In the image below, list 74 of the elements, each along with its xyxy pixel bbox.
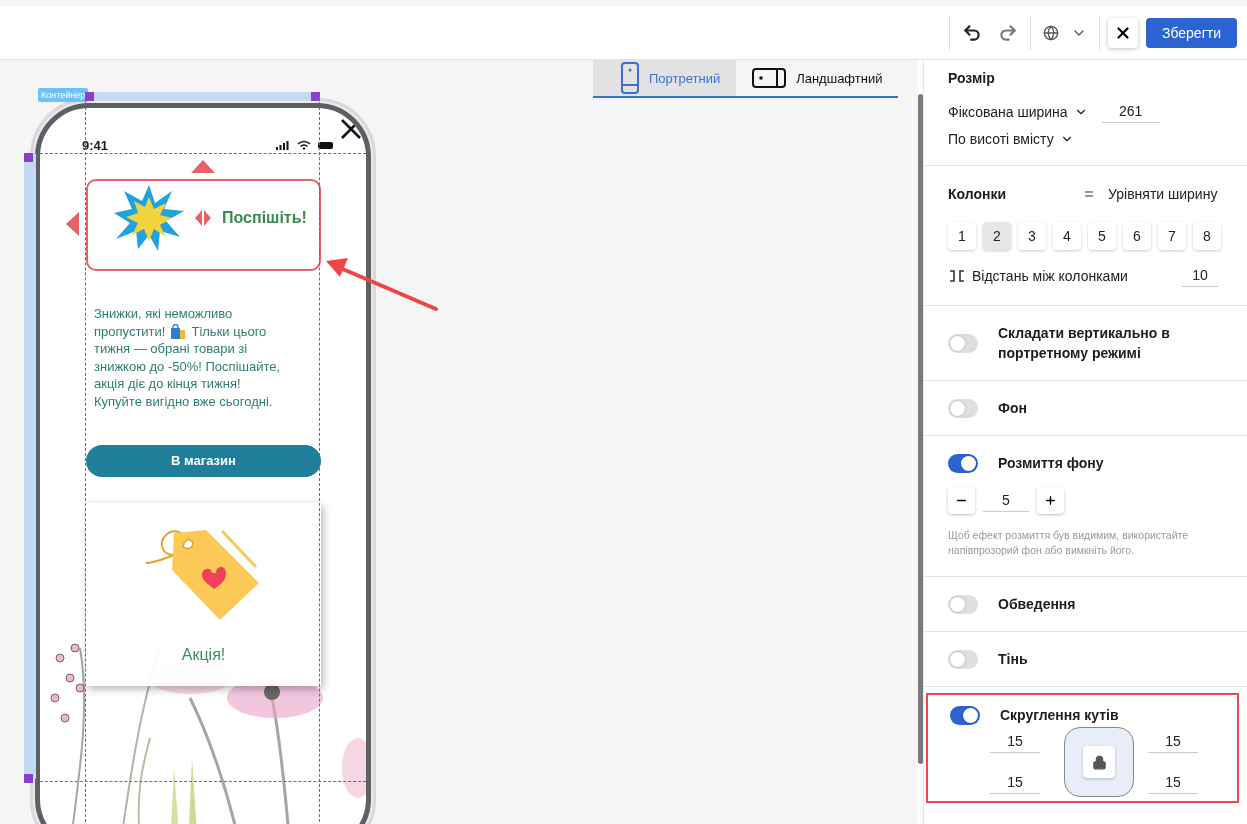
scrollbar[interactable] <box>918 94 923 764</box>
lock-button[interactable] <box>1083 746 1115 778</box>
column-count-button[interactable]: 8 <box>1193 222 1221 250</box>
promo-text: акція діє до кінця тижня! <box>94 375 241 393</box>
column-count-button[interactable]: 3 <box>1018 222 1046 250</box>
column-count-button[interactable]: 2 <box>983 222 1011 250</box>
toggle-switch[interactable] <box>948 453 978 473</box>
toggle-switch[interactable] <box>948 333 978 353</box>
column-gap-input[interactable]: 10 <box>1182 264 1218 287</box>
corner-handle[interactable] <box>311 92 320 101</box>
globe-icon <box>1043 24 1059 41</box>
plus-icon <box>1044 494 1057 507</box>
equalize-width-button[interactable]: Урівняти ширину <box>1108 186 1218 202</box>
phone-icon <box>752 68 787 88</box>
toggle-label: Фон <box>998 399 1027 418</box>
toggle-label: Розмиття фону <box>998 454 1104 473</box>
column-count-button[interactable]: 4 <box>1053 222 1081 250</box>
equals-icon <box>1084 190 1094 198</box>
radius-input[interactable]: 15 <box>990 730 1040 753</box>
status-time: 9:41 <box>82 137 109 153</box>
toggle-switch[interactable] <box>948 398 978 418</box>
column-count-button[interactable]: 5 <box>1088 222 1116 250</box>
section-title: Розмір <box>948 70 996 86</box>
shopping-bag-icon <box>170 323 187 339</box>
phone-icon <box>621 62 639 94</box>
starburst-icon <box>114 185 184 251</box>
radius-input[interactable]: 15 <box>990 771 1040 794</box>
resize-handle-icon[interactable] <box>191 160 215 173</box>
card-caption: Акція! <box>181 645 226 664</box>
radius-input[interactable]: 15 <box>1148 730 1198 753</box>
column-gap-icon <box>948 269 966 282</box>
status-icons-drawing <box>276 140 334 150</box>
promo-text: Знижки, які неможливо <box>94 305 233 323</box>
lock-icon <box>1091 754 1107 770</box>
view-tab[interactable]: Портретний <box>593 60 737 96</box>
toggle-label: Складати вертикально в портретному режимі <box>998 324 1171 363</box>
height-mode-dropdown[interactable]: По висоті вмісту <box>948 131 1074 147</box>
toggle-switch[interactable] <box>948 594 978 614</box>
promo-text: Купуйте вигідно вже сьогодні. <box>94 392 273 411</box>
close-icon[interactable] <box>340 118 362 140</box>
view-tab[interactable]: Ландшафтний <box>736 60 899 96</box>
toggle-switch[interactable] <box>948 649 978 669</box>
close-button[interactable] <box>1108 17 1138 48</box>
toggle-label: Скруглення кутів <box>1000 706 1119 725</box>
promo-text: знижкою до -50%! Поспішайте, <box>94 357 281 376</box>
promo-text: тижня — обрані товари зі <box>94 340 248 358</box>
shop-button[interactable]: В магазин <box>86 444 321 477</box>
resize-handle-icon[interactable] <box>66 212 79 236</box>
container-label: Контейнер <box>38 88 89 102</box>
save-button[interactable]: Зберегти <box>1146 17 1237 48</box>
toggle-label: Обведення <box>998 595 1076 614</box>
column-count-button[interactable]: 1 <box>948 222 976 250</box>
undo-icon <box>962 22 982 43</box>
toggle-label: Тінь <box>998 650 1028 669</box>
corner-handle[interactable] <box>24 153 33 162</box>
promo-text: Тільки цього <box>191 322 267 341</box>
blur-input[interactable]: 5 <box>983 489 1029 512</box>
section-title: Колонки <box>948 186 1008 202</box>
hint-text: Щоб ефект розмиття був видимим, використайте напівпрозорий фон або вимкніть його. <box>948 528 1190 558</box>
redo-icon <box>998 22 1018 43</box>
toggle-switch[interactable] <box>950 705 980 725</box>
corner-handle[interactable] <box>85 92 94 101</box>
width-mode-dropdown[interactable]: Фіксована ширина <box>948 103 1088 120</box>
corner-handle[interactable] <box>24 774 33 783</box>
column-count-button[interactable]: 7 <box>1158 222 1186 250</box>
decrease-button[interactable] <box>948 487 975 514</box>
column-count-button[interactable]: 6 <box>1123 222 1151 250</box>
promo-text: пропустити! <box>94 322 166 341</box>
hero-title: Поспішіть! <box>222 209 307 227</box>
width-input[interactable]: 261 <box>1101 100 1160 123</box>
increase-button[interactable] <box>1037 487 1064 514</box>
column-gap-label: Відстань між колонками <box>972 267 1129 284</box>
radius-input[interactable]: 15 <box>1148 771 1198 794</box>
resize-handle-icon[interactable] <box>194 208 212 228</box>
